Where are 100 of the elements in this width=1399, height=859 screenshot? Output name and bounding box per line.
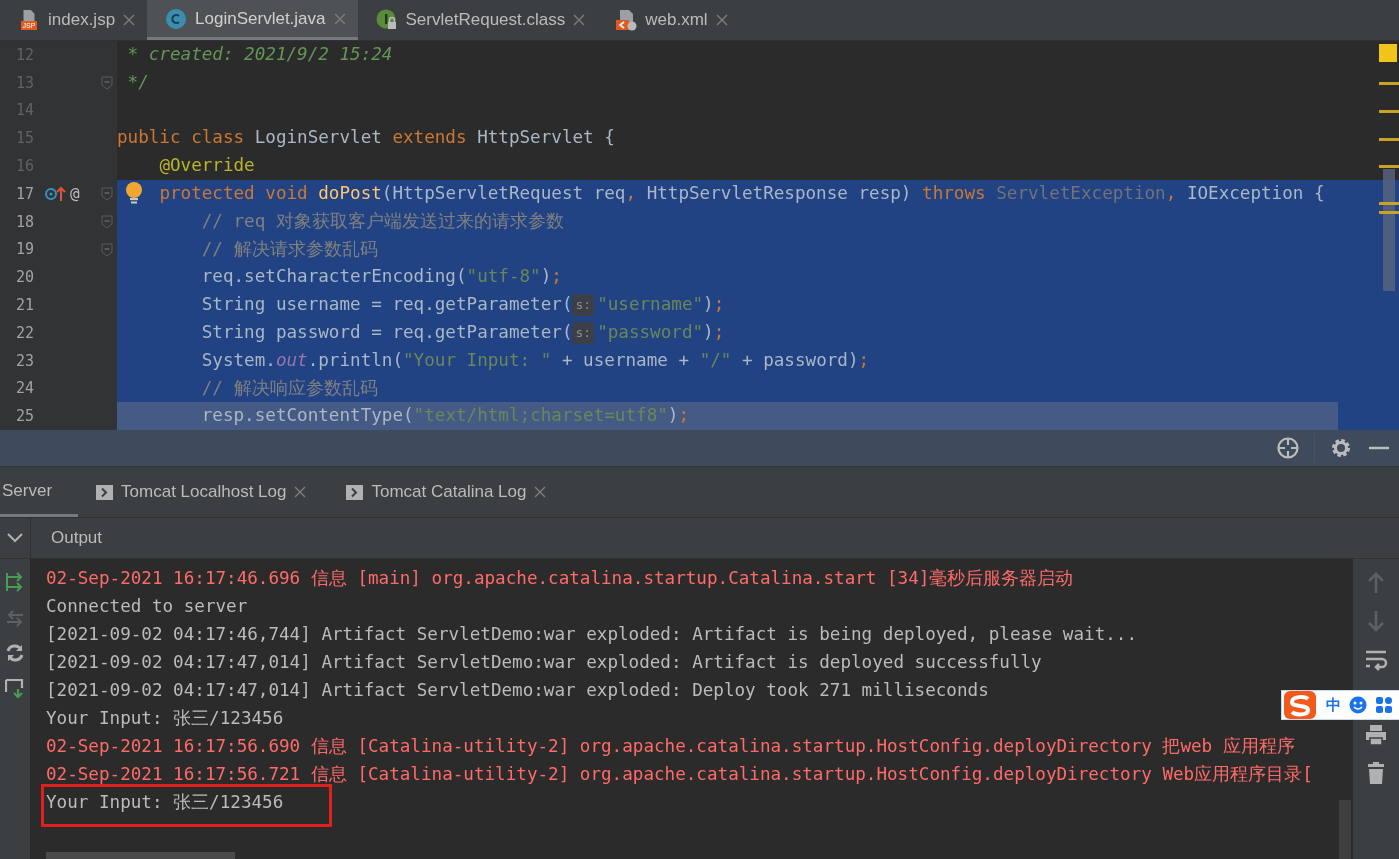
code-text: "password" <box>597 320 704 344</box>
code-text: protected void <box>159 182 309 205</box>
code-text: HttpServletResponse resp) <box>646 182 913 205</box>
annotation-marker[interactable]: @ <box>70 184 80 204</box>
code-text: ; <box>678 404 689 428</box>
code-text: * created: 2021/9/2 15:24 <box>127 43 393 66</box>
ime-mode-label[interactable]: 中 <box>1326 695 1341 715</box>
input-method-logo-icon <box>1282 690 1318 720</box>
code-text: ) <box>703 293 714 317</box>
xml-file-icon <box>615 9 638 31</box>
editor-tab[interactable]: LoginServlet.java <box>147 0 358 40</box>
console-line: 02-Sep-2021 16:17:56.721 信息 [Catalina-utility-2] org.apache.catalina.startup.HostConfig.deployDirectory Web应用程序目录[ <box>46 763 1313 786</box>
code-text: System. <box>201 348 276 372</box>
console-line: [2021-09-02 04:17:46,744] Artifact ServletDemo:war exploded: Artifact is being deployed, please wait... <box>46 623 1137 646</box>
console-line: [2021-09-02 04:17:47,014] Artifact ServletDemo:war exploded: Artifact is deployed successfully <box>46 651 1042 674</box>
line-number: 23 <box>14 351 34 370</box>
close-icon[interactable] <box>333 12 346 25</box>
console-line: Your Input: 张三/123456 <box>46 791 284 814</box>
code-text: extends <box>392 126 468 150</box>
class-icon <box>165 7 188 30</box>
code-text: public class <box>117 126 246 150</box>
code-text: + password) <box>742 348 859 372</box>
tool-tab[interactable]: Tomcat Localhost Log <box>78 467 329 517</box>
code-text: resp.setContentType( <box>201 404 414 428</box>
fold-marker-icon[interactable] <box>101 187 113 201</box>
code-text: LoginServlet <box>254 126 383 150</box>
code-text: // req 对象获取客户端发送过来的请求参数 <box>201 209 564 233</box>
code-text: "utf-8" <box>466 265 541 289</box>
print-icon[interactable] <box>1364 723 1388 747</box>
code-text: */ <box>127 70 149 94</box>
code-text: String username = req.getParameter( <box>201 293 573 317</box>
fold-marker-icon[interactable] <box>101 75 113 90</box>
horizontal-scrollbar[interactable] <box>46 852 235 859</box>
file-icon <box>22 10 36 21</box>
code-text: HttpServlet { <box>477 126 615 150</box>
code-text: ServletException <box>996 182 1166 205</box>
code-text: req.setCharacterEncoding( <box>201 265 467 289</box>
code-text: ; <box>713 293 725 317</box>
interface-lock-icon <box>375 9 398 31</box>
editor-tab[interactable]: web.xml <box>597 0 740 40</box>
code-text: .println( <box>307 348 404 372</box>
close-icon[interactable] <box>534 486 547 498</box>
line-number: 22 <box>14 323 34 342</box>
code-text: "username" <box>597 293 704 317</box>
code-text: // 解决响应参数乱码 <box>201 376 378 400</box>
code-text: (HttpServletRequest req <box>381 182 626 205</box>
line-number: 17 <box>14 184 34 203</box>
line-number: 18 <box>14 212 34 231</box>
code-text: IOException { <box>1186 182 1325 205</box>
fold-marker-icon[interactable] <box>101 242 113 257</box>
code-text: "/" <box>699 348 732 372</box>
overrides-method-icon[interactable] <box>44 184 66 203</box>
code-text: doPost <box>318 182 382 205</box>
code-text: + username + <box>561 348 691 372</box>
code-text: ; <box>858 348 870 372</box>
code-text: throws <box>922 182 987 205</box>
code-text: // 解决请求参数乱码 <box>201 237 378 261</box>
refresh-icon[interactable] <box>5 643 25 663</box>
code-text: ; <box>713 320 725 344</box>
code-text: @Override <box>159 154 255 178</box>
editor-tab[interactable]: ServletRequest.class <box>357 0 598 40</box>
close-icon[interactable] <box>715 14 728 26</box>
console-line: 02-Sep-2021 16:17:46.696 信息 [main] org.apache.catalina.startup.Catalina.start [34]毫秒后服务器启动 <box>46 567 1074 590</box>
smiley-icon[interactable] <box>1349 696 1367 714</box>
code-text: ) <box>540 265 552 289</box>
line-number: 20 <box>14 268 34 287</box>
close-icon[interactable] <box>123 14 136 26</box>
console-icon <box>96 484 114 500</box>
tool-tab[interactable]: Tomcat Catalina Log <box>328 467 569 517</box>
console-line: Your Input: 张三/123456 <box>46 707 284 730</box>
parameter-hint: s: <box>572 294 595 317</box>
fold-marker-icon[interactable] <box>101 214 113 229</box>
code-text: ; <box>551 265 562 289</box>
code-text: ) <box>703 320 714 344</box>
line-number: 19 <box>14 240 34 259</box>
console-icon <box>346 484 364 500</box>
settings-icon[interactable] <box>1329 436 1353 460</box>
parameter-hint: s: <box>572 321 595 344</box>
close-icon[interactable] <box>294 486 307 498</box>
code-text: , <box>1165 182 1178 205</box>
redeploy-icon[interactable] <box>5 677 25 699</box>
code-text: String password = req.getParameter( <box>201 320 573 344</box>
output-label: Output <box>51 528 103 548</box>
code-text: , <box>625 182 638 205</box>
code-text: "Your Input: " <box>403 348 552 372</box>
code-text: out <box>275 348 308 372</box>
console-line: Connected to server <box>46 595 248 618</box>
deploy-arrows-icon[interactable] <box>5 571 25 593</box>
console-line: [2021-09-02 04:17:47,014] Artifact ServletDemo:war exploded: Deploy took 271 milliseconds <box>46 679 989 702</box>
code-text: ) <box>667 404 679 428</box>
crosshair-icon[interactable] <box>1276 436 1300 460</box>
grid-icon[interactable] <box>1375 696 1393 714</box>
collapse-chevron-icon[interactable] <box>7 533 23 543</box>
line-number: 24 <box>14 379 34 398</box>
ime-toolbar[interactable]: 中 <box>1281 690 1399 720</box>
line-number: 25 <box>14 407 34 426</box>
lightbulb-icon[interactable] <box>124 181 144 205</box>
line-number: 21 <box>14 296 34 315</box>
close-icon[interactable] <box>573 14 586 26</box>
console-line: 02-Sep-2021 16:17:56.690 信息 [Catalina-utility-2] org.apache.catalina.startup.HostConfig.deployDirectory 把web 应用程序 <box>46 735 1295 758</box>
